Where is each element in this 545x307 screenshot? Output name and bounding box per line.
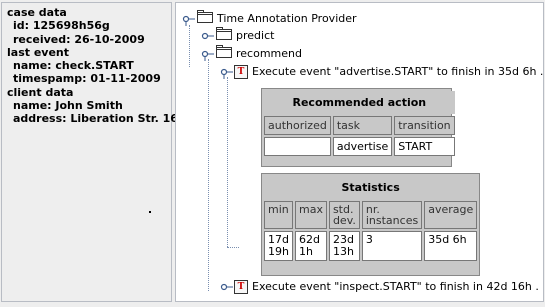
table-cell: 62d 1h bbox=[294, 231, 327, 261]
column-header: authorized bbox=[264, 116, 331, 135]
tree-node-recommend[interactable]: recommend bbox=[201, 45, 302, 63]
collapsed-handle-icon[interactable] bbox=[220, 280, 234, 294]
client-data-heading: client data bbox=[7, 85, 74, 99]
column-header: std. dev. bbox=[328, 201, 360, 229]
statistics-title: Statistics bbox=[264, 176, 478, 199]
client-name: name: John Smith bbox=[13, 99, 123, 113]
tree-panel[interactable]: Time Annotation Provider predict recomme… bbox=[175, 2, 544, 302]
column-header: max bbox=[294, 201, 327, 229]
case-received: received: 26-10-2009 bbox=[13, 32, 145, 46]
table-cell: ​ bbox=[264, 137, 331, 156]
table-cell: advertise bbox=[332, 137, 393, 156]
event-t-icon: T bbox=[234, 280, 248, 294]
column-header: transition bbox=[394, 116, 455, 135]
table-cell: 17d 19h bbox=[264, 231, 293, 261]
last-event-heading: last event bbox=[7, 45, 70, 59]
tree-label-event-advertise: Execute event "advertise.START" to finis… bbox=[252, 65, 544, 78]
expanded-handle-icon[interactable] bbox=[182, 12, 196, 26]
tree-label-recommend: recommend bbox=[236, 47, 302, 60]
tree-connector bbox=[189, 25, 190, 67]
case-id: id: 125698h56g bbox=[13, 19, 110, 33]
column-header: average bbox=[424, 201, 478, 229]
tree-label-root: Time Annotation Provider bbox=[217, 12, 357, 25]
expanded-handle-icon[interactable] bbox=[220, 65, 234, 79]
tree-connector bbox=[208, 59, 209, 291]
tree-label-predict: predict bbox=[236, 29, 275, 42]
case-data-heading: case data bbox=[7, 6, 67, 19]
tree-node-root[interactable]: Time Annotation Provider bbox=[182, 10, 357, 28]
tree-label-event-inspect: Execute event "inspect.START" to finish … bbox=[252, 280, 539, 293]
column-header: nr. instances bbox=[361, 201, 423, 229]
table-cell: 23d 13h bbox=[328, 231, 360, 261]
last-event-timestamp: timespamp: 01-11-2009 bbox=[13, 72, 161, 86]
collapsed-handle-icon[interactable] bbox=[201, 29, 215, 43]
statistics-table: Statistics min max std. dev. nr. instanc… bbox=[261, 173, 480, 276]
table-cell: START bbox=[394, 137, 455, 156]
table-cell: 35d 6h bbox=[424, 231, 478, 261]
table-cell: 3 bbox=[361, 231, 423, 261]
event-t-icon: T bbox=[234, 65, 248, 79]
stray-dot bbox=[149, 211, 151, 213]
last-event-name: name: check.START bbox=[13, 59, 134, 73]
folder-icon bbox=[216, 45, 232, 63]
case-info-panel: case data id: 125698h56g received: 26-10… bbox=[1, 2, 186, 302]
tree-node-event-advertise[interactable]: T Execute event "advertise.START" to fin… bbox=[220, 64, 543, 80]
tree-node-predict[interactable]: predict bbox=[201, 27, 275, 45]
tree-node-event-inspect[interactable]: T Execute event "inspect.START" to finis… bbox=[220, 279, 539, 295]
column-header: task bbox=[332, 116, 393, 135]
time-annotation-window: case data id: 125698h56g received: 26-10… bbox=[0, 0, 545, 307]
client-address: address: Liberation Str. 167 bbox=[13, 112, 186, 126]
folder-icon bbox=[197, 10, 213, 28]
expanded-handle-icon[interactable] bbox=[201, 47, 215, 61]
folder-icon bbox=[216, 27, 232, 45]
recommended-action-table: Recommended action authorized task trans… bbox=[261, 88, 455, 167]
column-header: min bbox=[264, 201, 293, 229]
recommended-action-title: Recommended action bbox=[264, 91, 455, 114]
tree-connector bbox=[227, 77, 228, 247]
tree-connector bbox=[227, 247, 239, 248]
